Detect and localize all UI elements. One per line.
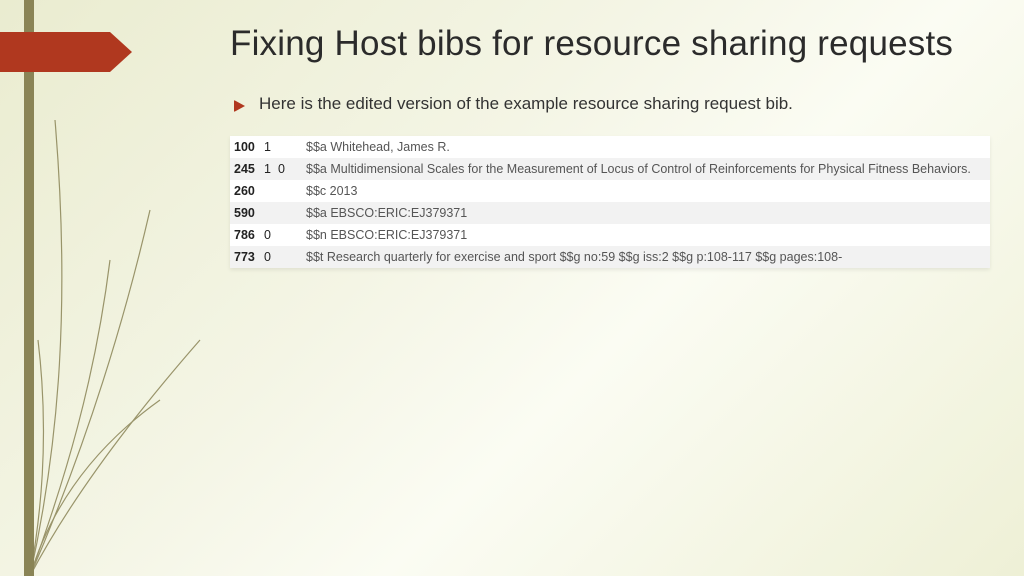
marc-tag: 245 [234, 162, 264, 176]
marc-row: 786 0 $$n EBSCO:ERIC:EJ379371 [230, 224, 990, 246]
marc-row: 773 0 $$t Research quarterly for exercis… [230, 246, 990, 268]
bullet-item: Here is the edited version of the exampl… [234, 94, 984, 114]
marc-tag: 100 [234, 140, 264, 154]
marc-row: 245 1 0 $$a Multidimensional Scales for … [230, 158, 990, 180]
marc-subfields: $$c 2013 [292, 184, 357, 198]
marc-subfields: $$a Multidimensional Scales for the Meas… [292, 162, 971, 176]
marc-tag: 773 [234, 250, 264, 264]
marc-tag: 260 [234, 184, 264, 198]
marc-ind1: 0 [264, 228, 278, 242]
marc-ind2: 0 [278, 162, 292, 176]
marc-tag: 786 [234, 228, 264, 242]
left-accent-bar [24, 0, 34, 576]
slide-title: Fixing Host bibs for resource sharing re… [230, 22, 984, 66]
marc-subfields: $$n EBSCO:ERIC:EJ379371 [292, 228, 467, 242]
marc-ind1: 0 [264, 250, 278, 264]
bullet-text: Here is the edited version of the exampl… [259, 94, 793, 114]
marc-row: 590 $$a EBSCO:ERIC:EJ379371 [230, 202, 990, 224]
marc-record-table: 100 1 $$a Whitehead, James R. 245 1 0 $$… [230, 136, 990, 268]
branch-decoration [0, 80, 230, 576]
marc-subfields: $$a EBSCO:ERIC:EJ379371 [292, 206, 467, 220]
marc-ind1: 1 [264, 162, 278, 176]
marc-tag: 590 [234, 206, 264, 220]
marc-row: 260 $$c 2013 [230, 180, 990, 202]
arrow-bullet-icon [234, 100, 245, 112]
marc-ind1: 1 [264, 140, 278, 154]
marc-subfields: $$t Research quarterly for exercise and … [292, 250, 842, 264]
marc-subfields: $$a Whitehead, James R. [292, 140, 450, 154]
title-ribbon [0, 32, 132, 72]
slide-content: Fixing Host bibs for resource sharing re… [230, 22, 984, 268]
marc-row: 100 1 $$a Whitehead, James R. [230, 136, 990, 158]
